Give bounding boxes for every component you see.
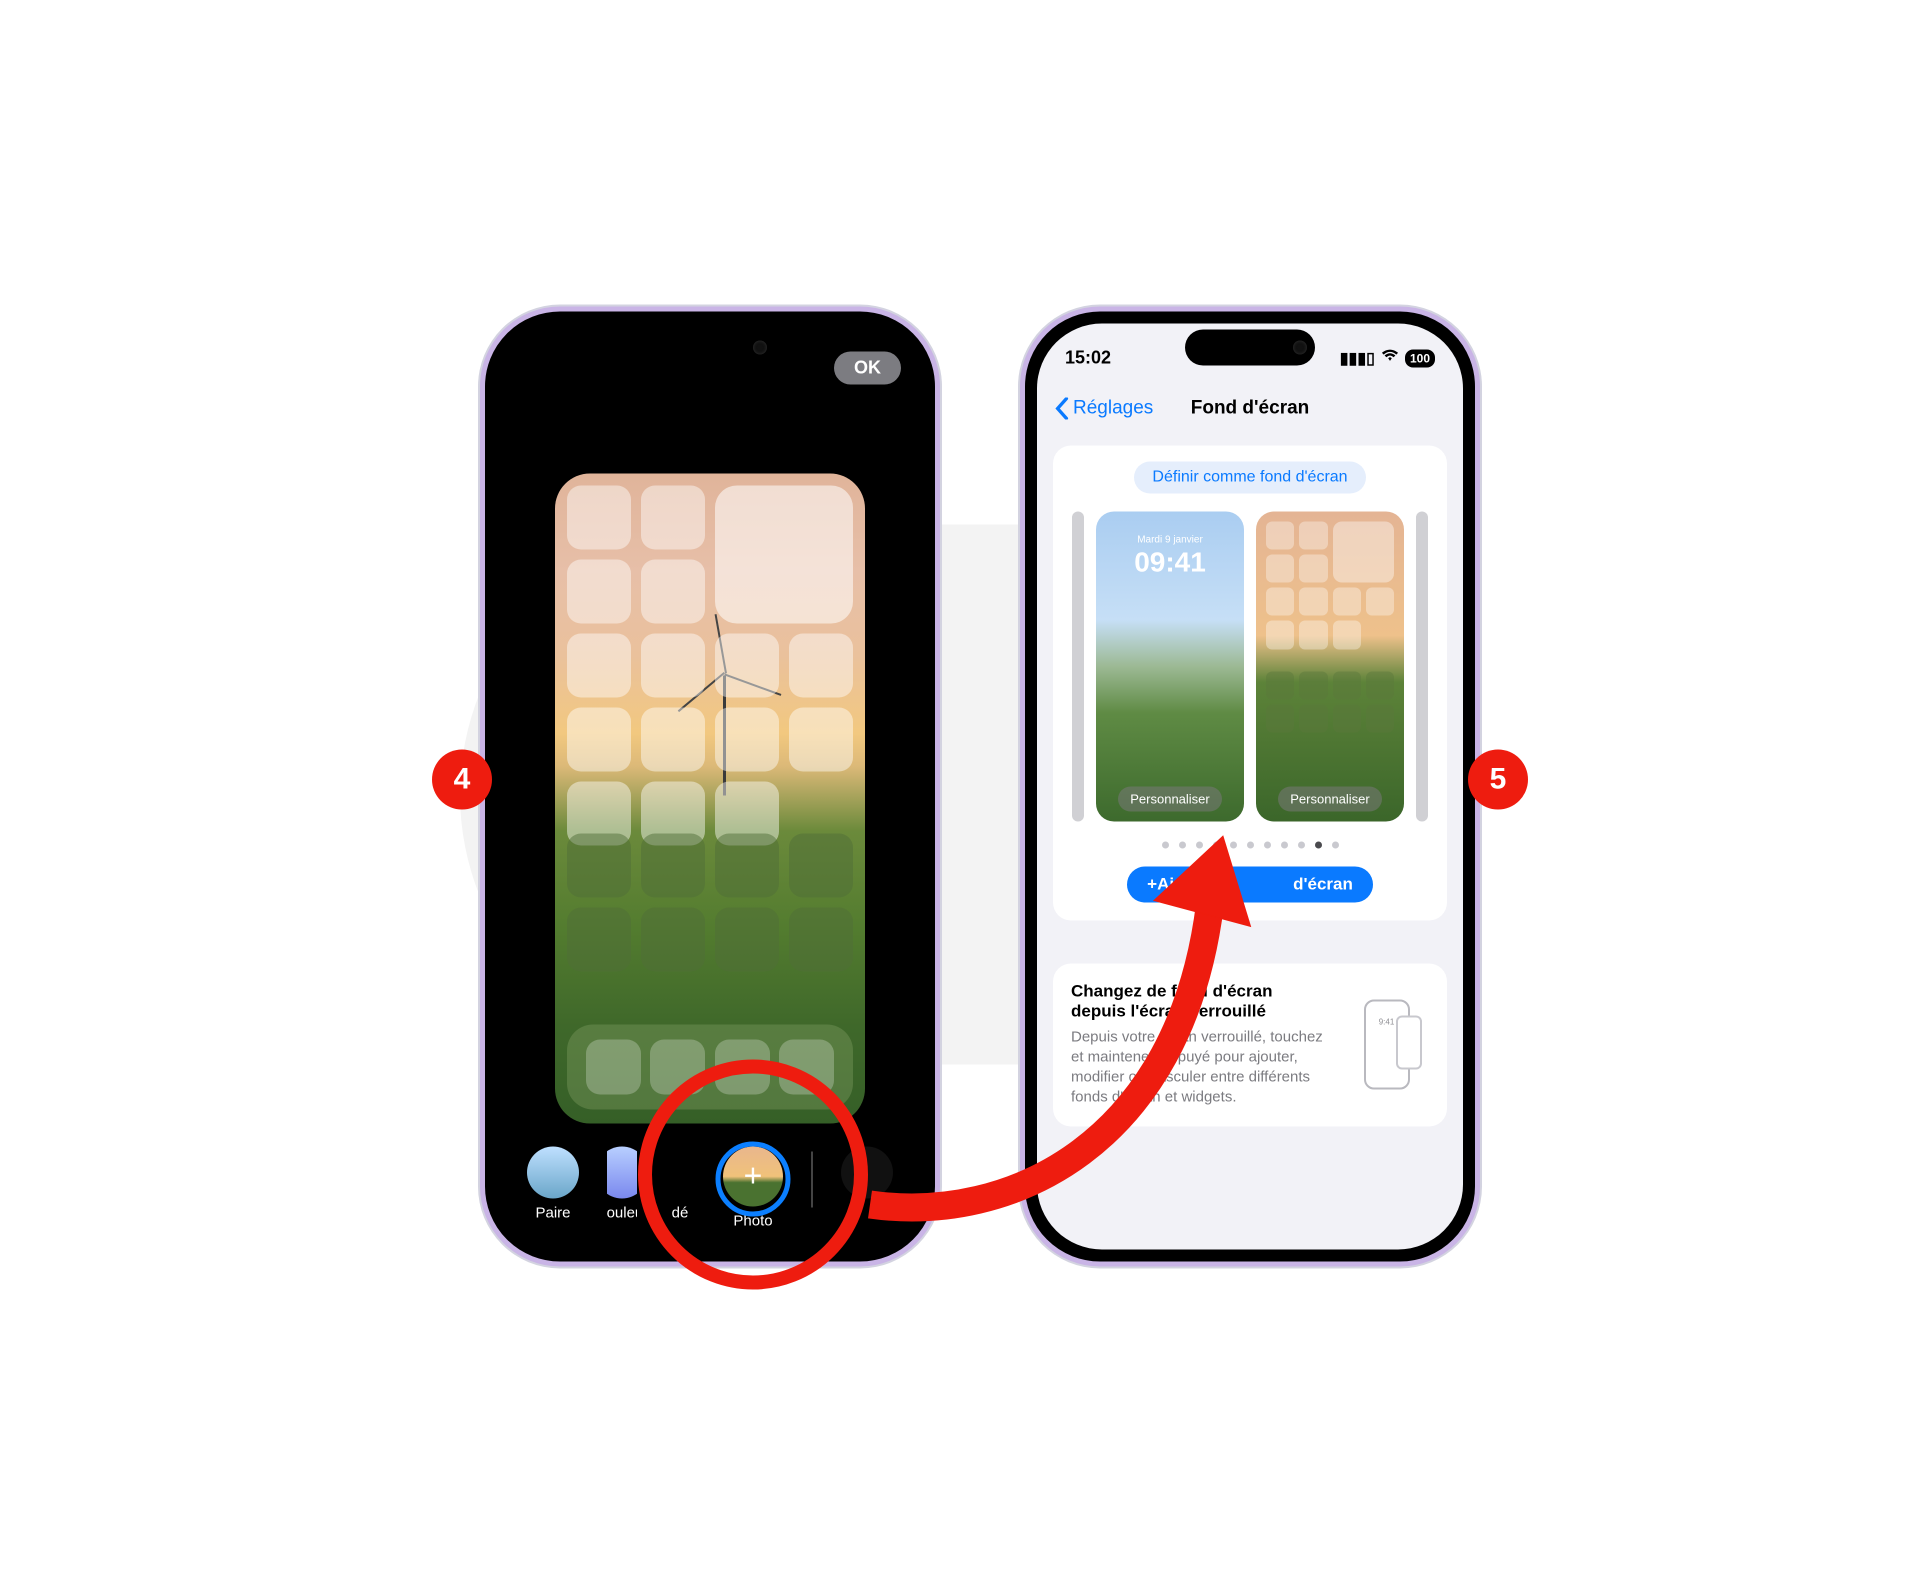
- define-wallpaper-button[interactable]: Définir comme fond d'écran: [1134, 461, 1365, 493]
- customize-lock-button[interactable]: Personnaliser: [1118, 786, 1222, 811]
- callout-arrow: [860, 824, 1290, 1244]
- dynamic-island: [645, 329, 775, 365]
- customize-home-button[interactable]: Personnaliser: [1278, 786, 1382, 811]
- app-grid-top: [567, 485, 853, 845]
- option-paire-label: Paire: [535, 1204, 570, 1221]
- info-illustration: [1344, 981, 1429, 1108]
- step-badge-5: 5: [1468, 749, 1528, 809]
- chevron-left-icon: [1055, 397, 1069, 419]
- callout-circle-photo: [638, 1059, 868, 1289]
- add-button-right: d'écran: [1293, 874, 1353, 893]
- lockscreen-date: Mardi 9 janvier: [1134, 535, 1206, 545]
- signal-icon: ▮▮▮▯: [1340, 348, 1375, 368]
- next-pair-peek[interactable]: [1416, 511, 1428, 821]
- home-screen-preview[interactable]: [555, 473, 865, 1123]
- dynamic-island: [1185, 329, 1315, 365]
- battery-badge: 100: [1405, 349, 1435, 367]
- lockscreen-time: 09:41: [1134, 546, 1206, 577]
- nav-bar: Réglages Fond d'écran: [1037, 383, 1463, 433]
- lockscreen-thumb[interactable]: Mardi 9 janvier 09:41 Personnaliser: [1096, 511, 1244, 821]
- back-label: Réglages: [1073, 397, 1153, 419]
- wifi-icon: [1381, 349, 1399, 368]
- ok-button[interactable]: OK: [834, 351, 901, 384]
- step-badge-4: 4: [432, 749, 492, 809]
- option-couleur-label: Couleur: [607, 1204, 637, 1221]
- homescreen-thumb[interactable]: Personnaliser: [1256, 511, 1404, 821]
- option-couleur[interactable]: Couleur: [607, 1146, 637, 1221]
- back-button[interactable]: Réglages: [1055, 397, 1153, 419]
- option-paire[interactable]: Paire: [527, 1146, 579, 1221]
- nav-title: Fond d'écran: [1191, 397, 1310, 419]
- status-time: 15:02: [1065, 348, 1111, 369]
- app-grid-bottom: [567, 833, 853, 971]
- prev-pair-peek[interactable]: [1072, 511, 1084, 821]
